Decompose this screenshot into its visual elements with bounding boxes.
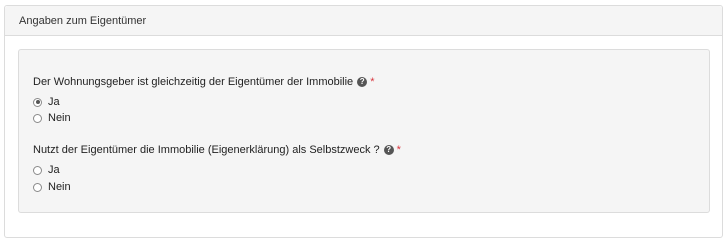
question-label: Der Wohnungsgeber ist gleichzeitig der E…: [33, 76, 354, 88]
question-label: Nutzt der Eigentümer die Immobilie (Eige…: [33, 144, 380, 156]
panel-title: Angaben zum Eigentümer: [5, 6, 722, 36]
radio-button-selected[interactable]: [33, 97, 42, 107]
radio-button[interactable]: [33, 182, 42, 192]
required-marker: *: [370, 76, 375, 88]
radio-label: Ja: [48, 164, 60, 176]
owner-details-panel: Angaben zum Eigentümer Der Wohnungsgeber…: [4, 5, 723, 238]
required-marker: *: [396, 144, 401, 156]
radio-owner-self-use-nein[interactable]: Nein: [33, 181, 71, 193]
radio-button[interactable]: [33, 113, 42, 123]
radio-label: Nein: [48, 181, 71, 193]
question-circle-icon[interactable]: ?: [357, 77, 368, 87]
question-owner-is-landlord: Der Wohnungsgeber ist gleichzeitig der E…: [33, 76, 374, 88]
radio-button[interactable]: [33, 165, 42, 175]
radio-owner-is-landlord-nein[interactable]: Nein: [33, 112, 71, 124]
radio-label: Nein: [48, 112, 71, 124]
radio-owner-is-landlord-ja[interactable]: Ja: [33, 96, 60, 108]
question-circle-icon[interactable]: ?: [383, 145, 394, 155]
question-owner-self-use: Nutzt der Eigentümer die Immobilie (Eige…: [33, 144, 401, 156]
radio-owner-self-use-ja[interactable]: Ja: [33, 164, 60, 176]
radio-label: Ja: [48, 96, 60, 108]
owner-questions-well: Der Wohnungsgeber ist gleichzeitig der E…: [18, 49, 710, 213]
